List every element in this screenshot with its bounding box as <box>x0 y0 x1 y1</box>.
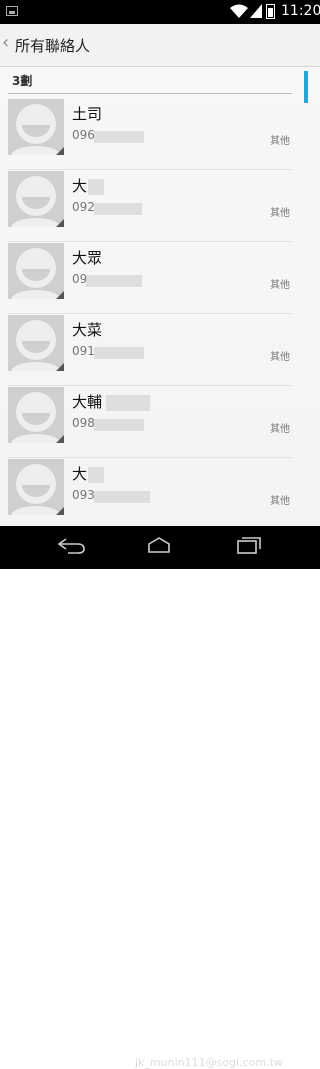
contact-type: 其他 <box>270 280 290 291</box>
contact-type: 其他 <box>270 352 290 363</box>
contact-phone: 093 <box>72 488 95 502</box>
navigation-bar: jk_munin111@sogi.com.tw <box>0 526 320 1069</box>
redaction-blur <box>94 131 144 143</box>
contact-phone: 096 <box>72 128 95 142</box>
recents-button-icon[interactable] <box>236 536 262 554</box>
contact-name: 大 <box>72 465 88 483</box>
contact-avatar <box>8 243 64 299</box>
redaction-blur <box>94 491 150 503</box>
contact-avatar <box>8 387 64 443</box>
redaction-blur <box>88 179 104 195</box>
contact-name: 大菜 <box>72 321 103 339</box>
contact-type: 其他 <box>270 208 290 219</box>
contact-row[interactable]: 大 092 其他 <box>8 169 292 242</box>
redaction-blur <box>106 395 150 411</box>
contact-row[interactable]: 土司 096 其他 <box>8 97 292 170</box>
wifi-icon <box>230 4 248 18</box>
battery-icon <box>266 4 275 19</box>
back-button-icon[interactable] <box>56 538 86 554</box>
status-bar: 11:20 <box>0 0 320 24</box>
contact-row[interactable]: 大菜 091 其他 <box>8 313 292 386</box>
contact-phone: 092 <box>72 200 95 214</box>
contact-phone: 098 <box>72 416 95 430</box>
redaction-blur <box>94 419 144 431</box>
contact-type: 其他 <box>270 424 290 435</box>
redaction-blur <box>94 347 144 359</box>
screenshot-notification-icon <box>6 6 18 16</box>
back-chevron-icon[interactable]: ‹ <box>2 32 9 53</box>
contact-phone: 09 <box>72 272 88 286</box>
contact-avatar <box>8 315 64 371</box>
action-bar: ‹ 所有聯絡人 <box>0 24 320 67</box>
contact-type: 其他 <box>270 136 290 147</box>
contact-type: 其他 <box>270 496 290 507</box>
redaction-blur <box>94 203 142 215</box>
contact-name: 大 <box>72 177 88 195</box>
status-clock: 11:20 <box>281 3 320 19</box>
section-header: 3劃 <box>12 74 33 88</box>
contact-name: 土司 <box>72 105 103 123</box>
home-button-icon[interactable] <box>146 536 172 554</box>
scrollbar[interactable] <box>304 71 308 103</box>
contact-list[interactable]: 3劃 土司 096 其他 大 092 其他 大眾 09 其他 大菜 091 其他… <box>0 67 320 526</box>
watermark-text: jk_munin111@sogi.com.tw <box>135 1056 283 1069</box>
contact-avatar <box>8 171 64 227</box>
contact-row[interactable]: 大 093 其他 <box>8 457 292 526</box>
contact-avatar <box>8 459 64 515</box>
contact-name: 大眾 <box>72 249 103 267</box>
redaction-blur <box>86 275 142 287</box>
contact-row[interactable]: 大眾 09 其他 <box>8 241 292 314</box>
page-title[interactable]: 所有聯絡人 <box>15 35 90 56</box>
contact-row[interactable]: 大輔 098 其他 <box>8 385 292 458</box>
contact-phone: 091 <box>72 344 95 358</box>
signal-icon <box>250 4 262 18</box>
section-divider <box>8 93 292 94</box>
contact-name: 大輔 <box>72 393 103 411</box>
contact-avatar <box>8 99 64 155</box>
redaction-blur <box>88 467 104 483</box>
